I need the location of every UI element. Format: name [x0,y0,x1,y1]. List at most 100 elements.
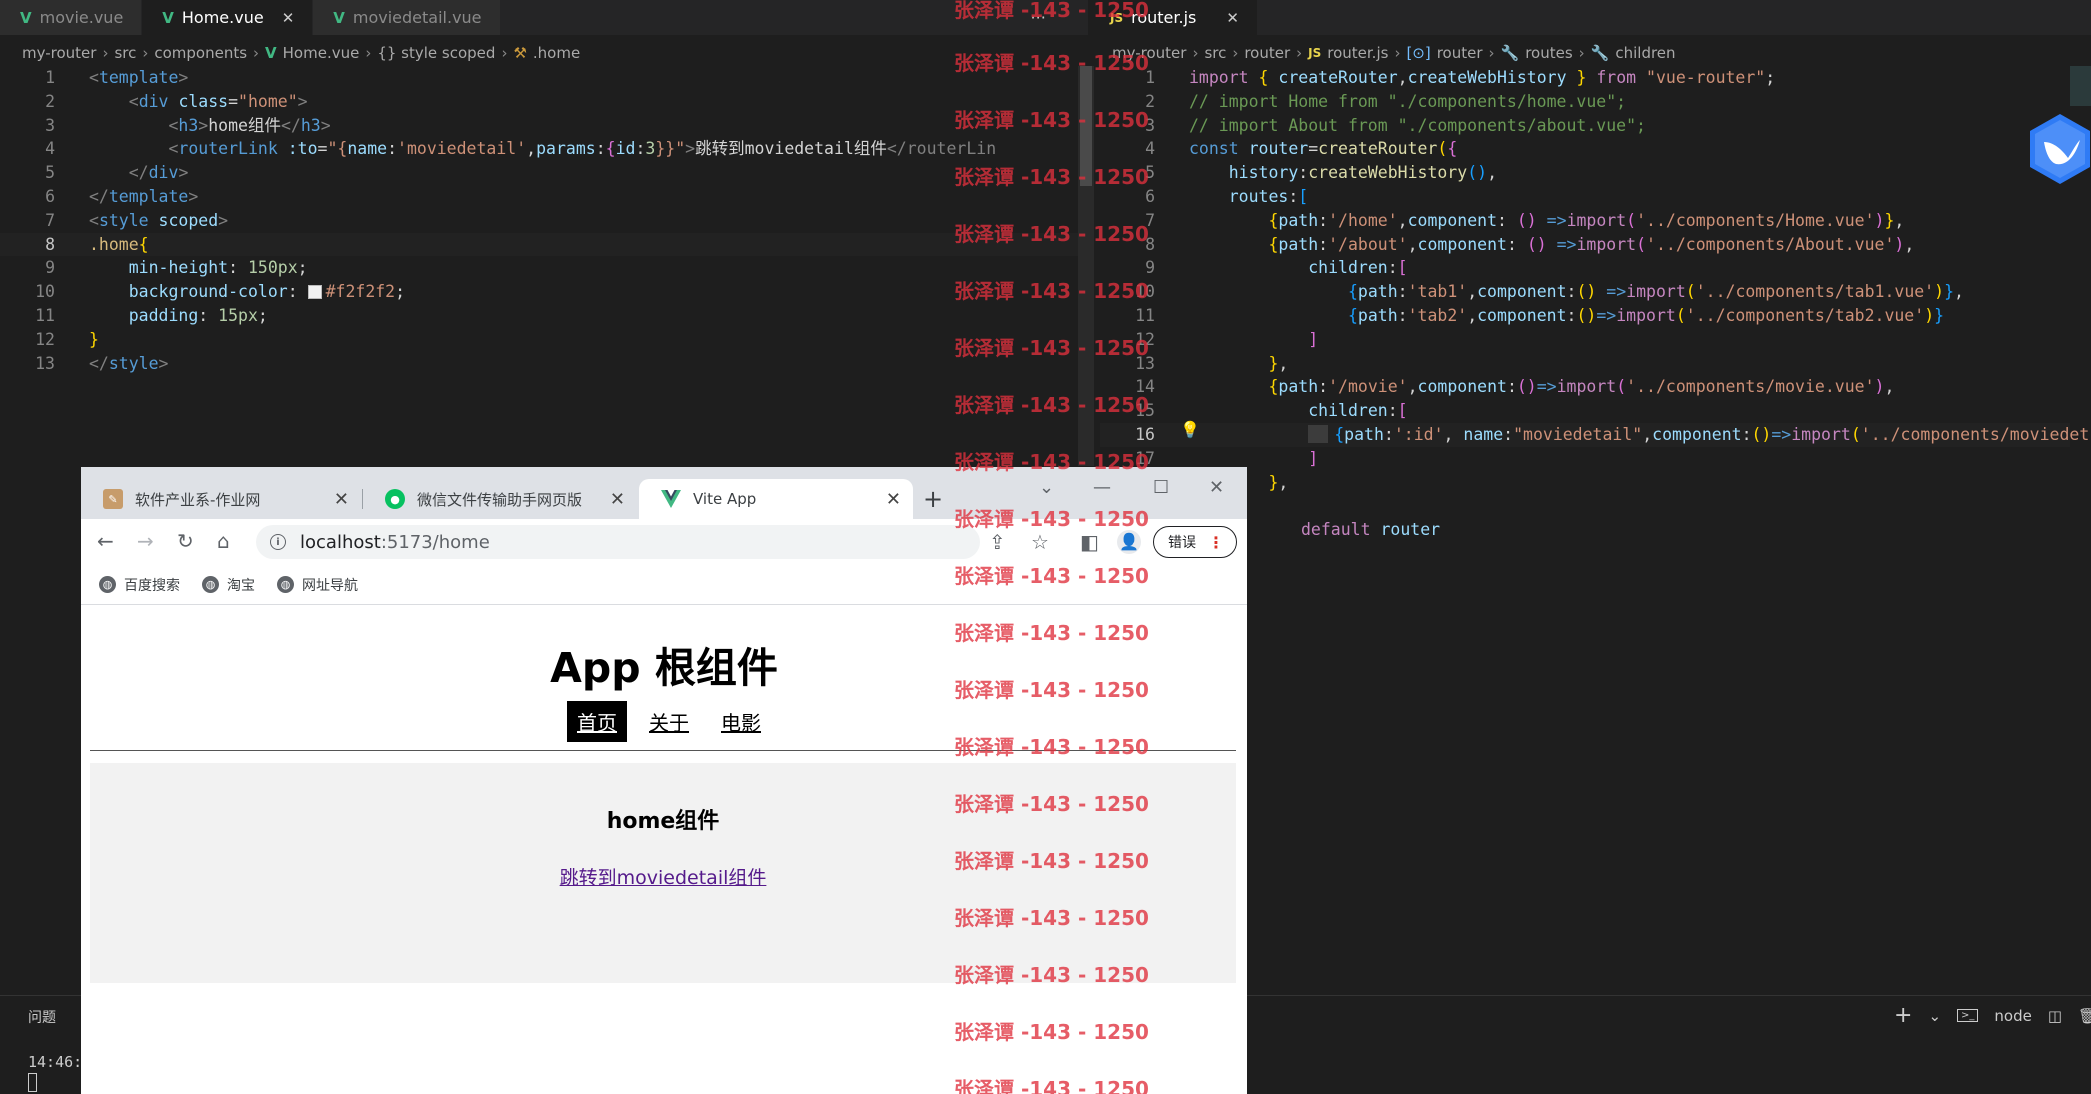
feishu-bird-icon[interactable] [2028,112,2091,186]
breadcrumb-item[interactable]: components [154,44,247,62]
error-button[interactable]: 错误 ⋮ [1153,526,1237,558]
bookmark-nav[interactable]: ◍ 网址导航 [277,575,358,595]
close-window-icon[interactable]: ✕ [1209,477,1224,498]
breadcrumb-item[interactable]: src [1204,44,1226,62]
terminal-icon: >_ [1957,1009,1979,1022]
right-breadcrumb: my-router › src › router › JS router.js › [⊙]… [1112,44,1676,62]
line-number: 7 [45,210,55,230]
url-host: localhost [300,531,381,553]
bookmark-star-icon[interactable]: ☆ [1031,530,1049,554]
chevron-down-icon[interactable]: ⌄ [1928,1007,1941,1025]
line-number: 10 [35,282,55,302]
left-editor-tabbar: Vmovie.vue V Home.vue ✕ Vmoviedetail.vue ·… [0,0,1088,35]
tab-search-icon[interactable]: ⌄ [1039,477,1054,498]
breadcrumb-item[interactable]: children [1615,44,1675,62]
side-panel-icon[interactable]: ◧ [1080,530,1099,554]
browser-tab-wechat[interactable]: ● 微信文件传输助手网页版 ✕ [363,479,637,519]
new-terminal-button[interactable]: + [1894,1003,1912,1028]
line-number: 5 [45,163,55,183]
line-number: 6 [45,186,55,206]
vue-logo-icon [661,489,681,509]
line-number: 1 [45,68,55,87]
fold-marker-icon[interactable] [1308,424,1329,443]
tab-moviedetail-vue[interactable]: Vmoviedetail.vue [313,0,501,35]
watermark-text: 张泽谭 -143 - 1250 [954,507,1149,531]
watermark-text: 张泽谭 -143 - 1250 [954,51,1149,75]
watermark-text: 张泽谭 -143 - 1250 [954,222,1149,246]
share-icon[interactable]: ⇪ [989,530,1006,554]
globe-icon: ◍ [277,576,294,593]
close-icon[interactable]: ✕ [334,489,349,510]
tab-home-vue[interactable]: V Home.vue ✕ [142,0,314,35]
watermark-text: 张泽谭 -143 - 1250 [954,450,1149,474]
breadcrumb-item[interactable]: router [1437,44,1483,62]
watermark-text: 张泽谭 -143 - 1250 [954,678,1149,702]
nav-link-about[interactable]: 关于 [639,701,699,742]
line-number: 12 [35,329,55,349]
trash-icon[interactable]: 🗑 [2078,1007,2091,1025]
left-code-editor[interactable]: 1 <template> 2 <div class="home"> 3 <h3>h… [0,66,1078,375]
wrench-icon: 🔧 [1590,44,1610,62]
minimap[interactable] [2070,66,2091,106]
left-breadcrumb: my-router › src › components › V Home.vue › {… [22,44,581,62]
browser-tab-homework[interactable]: ✎ 软件产业系-作业网 ✕ [81,479,363,519]
line-number: 11 [35,305,55,325]
watermark-text: 张泽谭 -143 - 1250 [954,165,1149,189]
new-tab-button[interactable]: + [923,485,943,513]
watermark-text: 张泽谭 -143 - 1250 [954,279,1149,303]
close-icon[interactable]: ✕ [1226,9,1239,27]
breadcrumb-item[interactable]: router.js [1327,44,1388,62]
maximize-icon[interactable]: ☐ [1153,477,1169,498]
bookmark-taobao[interactable]: ◍ 淘宝 [202,575,255,595]
js-file-icon: JS [1308,46,1322,60]
watermark-text: 张泽谭 -143 - 1250 [954,1020,1149,1044]
breadcrumb-item[interactable]: {} style scoped [377,44,495,62]
breadcrumb-item[interactable]: routes [1525,44,1572,62]
breadcrumb-item[interactable]: .home [533,44,580,62]
back-icon[interactable]: ← [97,529,114,553]
reload-icon[interactable]: ↻ [177,529,194,553]
breadcrumb-item[interactable]: src [114,44,136,62]
nav-link-movie[interactable]: 电影 [711,701,771,742]
lightbulb-icon[interactable]: 💡 [1180,420,1200,439]
nav-link-home[interactable]: 首页 [567,701,627,742]
router-nav: 首页 关于 电影 [567,701,771,742]
line-number: 16 [1135,424,1155,444]
watermark-text: 张泽谭 -143 - 1250 [954,393,1149,417]
wrench-icon: 🔧 [1500,44,1520,62]
close-icon[interactable]: ✕ [610,489,625,510]
split-terminal-icon[interactable]: ◫ [2048,1007,2062,1025]
profile-avatar-icon[interactable]: 👤 [1117,530,1141,554]
line-number: 4 [1145,139,1155,159]
browser-tab-vite-app[interactable]: Vite App ✕ [639,479,913,519]
breadcrumb-item[interactable]: my-router [22,44,96,62]
watermark-text: 张泽谭 -143 - 1250 [954,0,1149,22]
watermark-text: 张泽谭 -143 - 1250 [954,735,1149,759]
close-icon[interactable]: ✕ [282,9,295,27]
address-bar[interactable]: i localhost:5173/home [256,525,980,559]
line-number: 8 [45,234,55,254]
globe-icon: ◍ [202,576,219,593]
line-number: 9 [45,258,55,278]
color-swatch[interactable] [307,285,322,300]
bookmark-baidu[interactable]: ◍ 百度搜索 [99,575,180,595]
more-vert-icon: ⋮ [1208,532,1224,552]
site-favicon-icon: ✎ [103,489,123,509]
tab-movie-vue[interactable]: Vmovie.vue [0,0,143,35]
selector-icon: ⚒ [513,44,527,62]
breadcrumb-item[interactable]: router [1244,44,1290,62]
breadcrumb-item[interactable]: Home.vue [283,44,360,62]
info-icon[interactable]: i [270,534,286,550]
terminal-node-label[interactable]: node [1994,1007,2031,1025]
minimize-icon[interactable]: — [1093,477,1111,498]
terminal-cursor [28,1073,37,1092]
url-path: :5173/home [380,531,490,553]
watermark-text: 张泽谭 -143 - 1250 [954,108,1149,132]
forward-icon[interactable]: → [137,529,154,553]
close-icon[interactable]: ✕ [886,489,901,510]
home-icon[interactable]: ⌂ [217,529,230,553]
globe-icon: ◍ [99,576,116,593]
watermark-text: 张泽谭 -143 - 1250 [954,621,1149,645]
panel-tab-problems[interactable]: 问题 [28,1007,56,1027]
line-number: 13 [35,353,55,373]
